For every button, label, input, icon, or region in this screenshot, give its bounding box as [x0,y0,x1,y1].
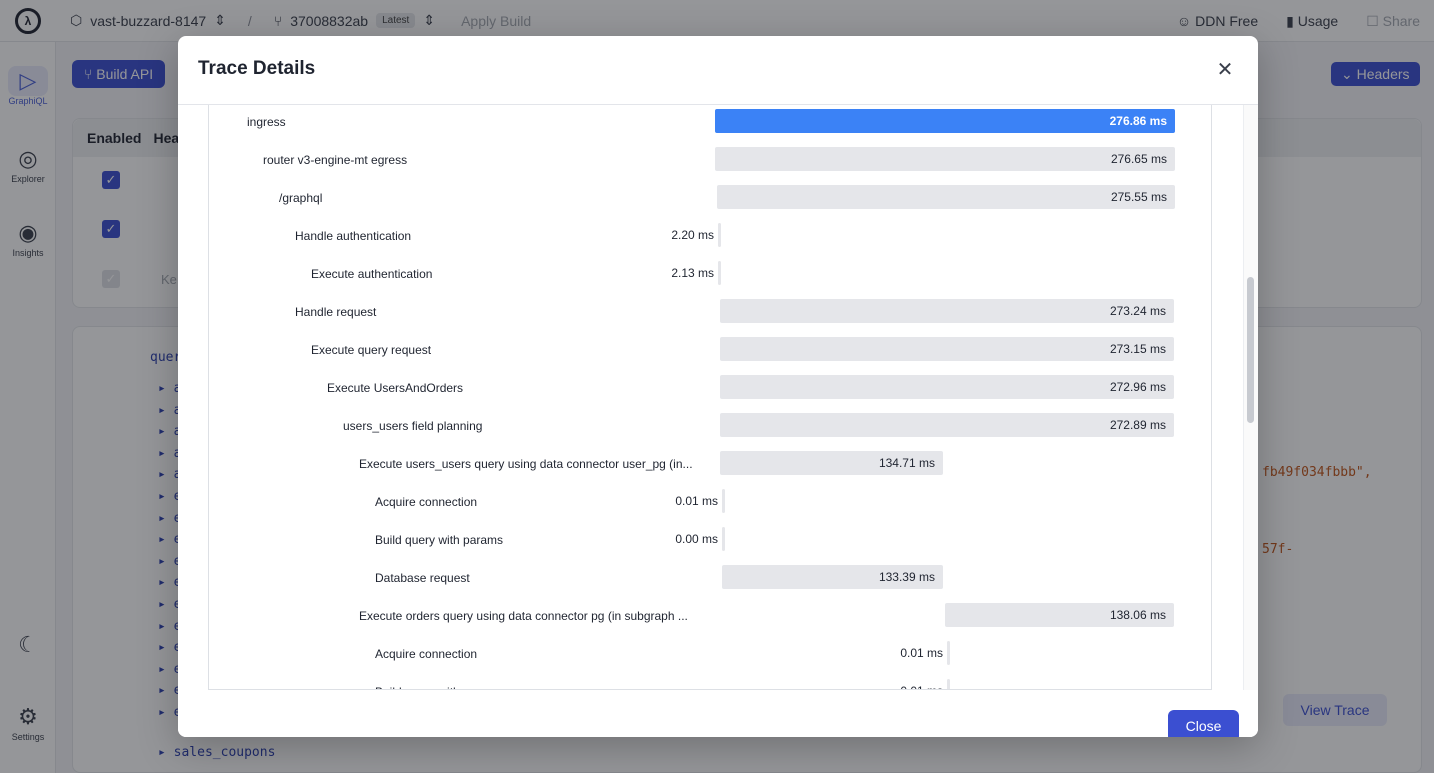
span-duration: 272.89 ms [1109,418,1166,432]
span-duration-bar[interactable]: 276.65 ms [715,147,1175,171]
span-name: router v3-engine-mt egress [263,153,408,167]
trace-span-row[interactable]: /graphql 275.55 ms [209,183,1211,221]
span-duration-bar[interactable]: 273.24 ms [720,299,1174,323]
trace-span-row[interactable]: Build query with params 0.00 ms [209,525,1211,563]
span-duration: 2.13 ms [671,266,714,280]
span-duration-bar[interactable]: 134.71 ms [720,451,943,475]
span-name: ingress [247,115,286,129]
span-name: Execute authentication [311,267,433,281]
trace-span-row[interactable]: Acquire connection 0.01 ms [209,639,1211,677]
span-name: Database request [375,571,470,585]
span-duration: 273.15 ms [1109,342,1166,356]
trace-span-row[interactable]: Database request 133.39 ms [209,563,1211,601]
trace-span-row[interactable]: Execute authentication 2.13 ms [209,259,1211,297]
span-duration: 0.00 ms [675,532,718,546]
trace-waterfall[interactable]: ingress 276.86 ms router v3-engine-mt egre… [208,105,1212,690]
close-button[interactable]: Close [1168,710,1239,737]
trace-span-row[interactable]: Build query with params0.01 ms [209,677,1211,689]
span-duration-bar[interactable]: 138.06 ms [945,603,1174,627]
modal-footer: Close [178,690,1258,737]
span-name: /graphql [279,191,323,205]
close-icon[interactable]: ✕ [1214,58,1236,82]
span-duration-bar[interactable] [947,641,950,665]
trace-details-modal: Trace Details ✕ ingress 276.86 ms router v… [178,36,1258,737]
span-duration: 273.24 ms [1109,304,1166,318]
span-name: users_users field planning [343,419,483,433]
span-name: Execute UsersAndOrders [327,381,464,395]
span-duration-bar[interactable]: 272.96 ms [720,375,1174,399]
span-duration: 275.55 ms [1110,190,1167,204]
span-duration-bar[interactable]: 133.39 ms [722,565,943,589]
span-duration: 272.96 ms [1109,380,1166,394]
span-duration: 2.20 ms [671,228,714,242]
span-duration-bar[interactable] [722,527,725,551]
span-duration: 0.01 ms [675,494,718,508]
span-duration-bar[interactable]: 273.15 ms [720,337,1174,361]
span-duration-bar[interactable] [722,489,725,513]
span-duration-bar[interactable] [718,223,721,247]
modal-header: Trace Details ✕ [178,36,1258,105]
trace-span-row[interactable]: ingress 276.86 ms [209,107,1211,145]
span-duration: 134.71 ms [878,456,935,470]
trace-span-row[interactable]: Handle request 273.24 ms [209,297,1211,335]
span-name: Build query with params [375,533,504,547]
modal-title: Trace Details [198,58,316,79]
trace-span-row[interactable]: Execute orders query using data connecto… [209,601,1211,639]
span-duration: 133.39 ms [878,570,935,584]
span-duration: 0.01 ms [900,646,943,660]
span-name: Handle request [295,305,377,319]
trace-span-row[interactable]: Execute users_users query using data con… [209,449,1211,487]
span-name: Acquire connection [375,647,478,661]
trace-span-row[interactable]: users_users field planning 272.89 ms [209,411,1211,449]
trace-span-row[interactable]: Handle authentication 2.20 ms [209,221,1211,259]
scrollbar-thumb[interactable] [1247,277,1254,423]
span-duration-bar[interactable]: 275.55 ms [717,185,1175,209]
trace-span-row[interactable]: Acquire connection 0.01 ms [209,487,1211,525]
span-duration: 138.06 ms [1109,608,1166,622]
modal-body: ingress 276.86 ms router v3-engine-mt egre… [178,105,1258,690]
span-duration-bar[interactable] [718,261,721,285]
trace-span-row[interactable]: Execute query request 273.15 ms [209,335,1211,373]
span-name: Execute orders query using data connecto… [359,609,688,623]
span-duration-bar[interactable]: 276.86 ms [715,109,1175,133]
trace-span-row[interactable]: Execute UsersAndOrders 272.96 ms [209,373,1211,411]
span-duration-bar[interactable] [947,679,950,689]
span-duration: 276.86 ms [1109,114,1167,128]
span-name: Acquire connection [375,495,478,509]
trace-span-row[interactable]: router v3-engine-mt egress 276.65 ms [209,145,1211,183]
span-name: Handle authentication [295,229,412,243]
span-duration: 276.65 ms [1110,152,1167,166]
span-name: Execute query request [311,343,432,357]
span-duration-bar[interactable]: 272.89 ms [720,413,1174,437]
span-name: Execute users_users query using data con… [359,457,693,471]
